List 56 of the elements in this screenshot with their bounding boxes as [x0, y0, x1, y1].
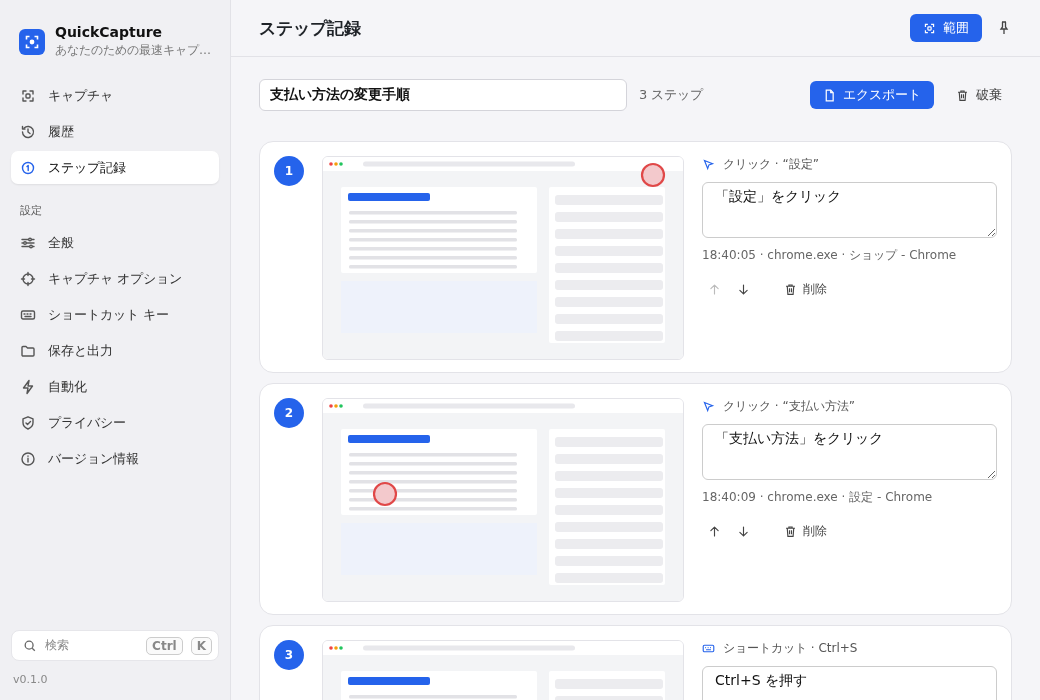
capture-icon: [923, 21, 936, 35]
action-label: ショートカット · Ctrl+S: [723, 639, 858, 657]
logo-icon: [19, 28, 45, 55]
sidebar-item[interactable]: バージョン情報: [11, 442, 219, 475]
action-label: クリック · “設定”: [723, 155, 819, 173]
document-icon: [823, 88, 836, 102]
sidebar-item[interactable]: ショートカット キー: [11, 298, 219, 331]
shield-icon: [20, 414, 36, 431]
crosshair-icon: [20, 270, 36, 287]
lightning-icon: [20, 378, 36, 395]
search-field[interactable]: 検索 Ctrl K: [11, 630, 219, 661]
trash-icon: [784, 524, 797, 538]
search-icon: [23, 638, 37, 653]
sidebar-item[interactable]: キャプチャ: [11, 79, 219, 112]
sidebar-item[interactable]: キャプチャ オプション: [11, 262, 219, 295]
info-icon: [20, 450, 36, 467]
down-arrow-icon: [737, 282, 750, 296]
description-field[interactable]: Ctrl+S を押す: [702, 666, 997, 700]
page-title: ステップ記録: [259, 16, 362, 40]
step-number: 3: [274, 640, 304, 670]
discard-button[interactable]: 破棄: [946, 81, 1012, 109]
step-number: 1: [274, 156, 304, 186]
up-arrow-icon: [708, 524, 721, 538]
app-tagline: あなたのための最速キャプ…: [55, 42, 211, 59]
delete-button[interactable]: 削除: [778, 519, 833, 543]
delete-button[interactable]: 削除: [778, 277, 833, 301]
step-meta: 18:40:05 · chrome.exe · ショップ - Chrome: [702, 247, 958, 264]
step-meta: 18:40:09 · chrome.exe · 設定 - Chrome: [702, 489, 934, 506]
description-field[interactable]: 「支払い方法」をクリック: [702, 424, 997, 480]
version-label: v0.1.0: [12, 672, 49, 688]
description-field[interactable]: 「設定」をクリック: [702, 182, 997, 238]
app-name: QuickCapture: [55, 24, 164, 40]
trash-icon: [784, 282, 797, 296]
sidebar-item[interactable]: 自動化: [11, 370, 219, 403]
cursor-icon: [702, 157, 715, 171]
cursor-icon: [702, 399, 715, 413]
sidebar-item[interactable]: 履歴: [11, 115, 219, 148]
step-number: 2: [274, 398, 304, 428]
title-field[interactable]: 支払い方法の変更手順: [259, 79, 627, 111]
down-arrow-icon: [737, 524, 750, 538]
numbered-circle-icon: [20, 159, 36, 176]
sidebar-item[interactable]: 全般: [11, 226, 219, 259]
key-hint: Ctrl: [146, 636, 183, 655]
capture-icon: [20, 87, 36, 104]
export-button[interactable]: エクスポート: [810, 81, 934, 109]
sidebar-item[interactable]: プライバシー: [11, 406, 219, 439]
history-icon: [20, 123, 36, 140]
trash-icon: [956, 88, 969, 102]
region-button[interactable]: 範囲: [910, 14, 982, 42]
sidebar-item[interactable]: 保存と出力: [11, 334, 219, 367]
key-hint: K: [190, 636, 212, 655]
step-count: 3 ステップ: [639, 86, 705, 104]
sidebar-item[interactable]: ステップ記録: [11, 151, 219, 184]
up-arrow-icon: [708, 282, 721, 296]
action-label: クリック · “支払い方法”: [723, 397, 855, 415]
section-heading: 設定: [19, 203, 43, 219]
